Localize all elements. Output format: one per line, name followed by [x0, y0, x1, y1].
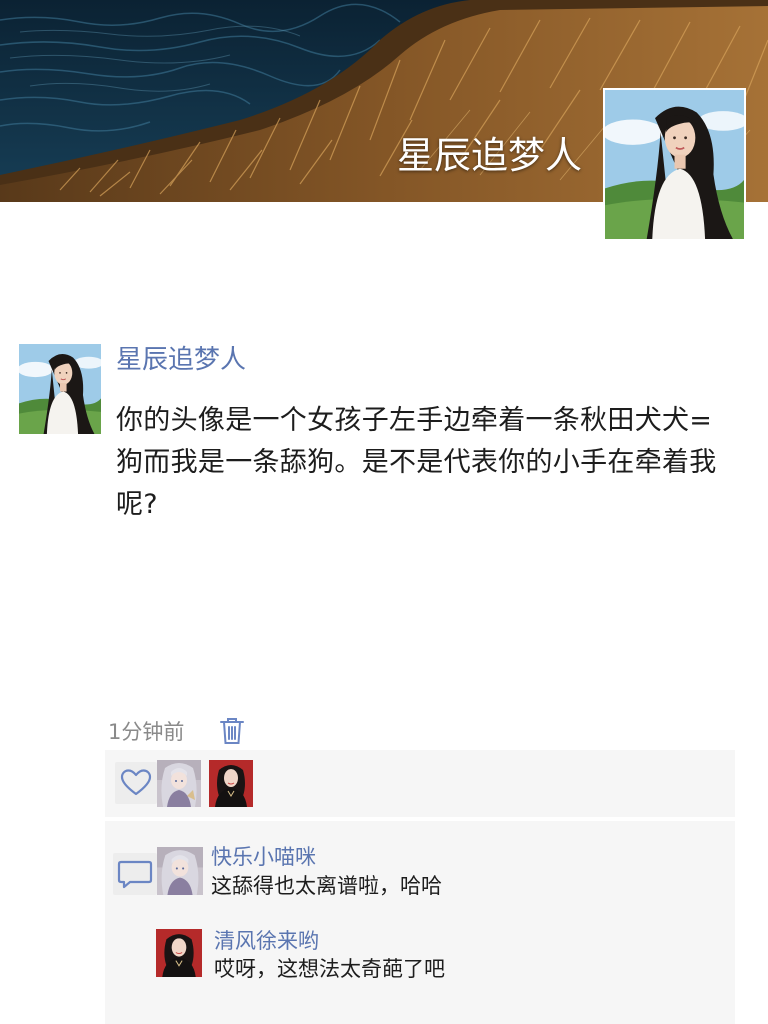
- cover-username: 星辰追梦人: [397, 134, 582, 177]
- anime-girl-avatar-image: [157, 847, 203, 895]
- post-author-avatar[interactable]: [19, 344, 101, 434]
- comments-panel: 快乐小喵咪 这舔得也太离谱啦，哈哈 清风徐来哟 哎呀，这想法太奇葩了吧: [105, 821, 735, 1024]
- commenter-avatar[interactable]: [157, 847, 203, 895]
- post-timestamp: 1分钟前: [108, 720, 185, 744]
- comment-author-name[interactable]: 清风徐来哟: [214, 927, 319, 955]
- comment-button[interactable]: [113, 853, 157, 895]
- likes-panel: [105, 750, 735, 817]
- comment-text: 哎呀，这想法太奇葩了吧: [214, 957, 445, 981]
- post-author-name[interactable]: 星辰追梦人: [116, 340, 246, 380]
- woman-black-outfit-avatar-image: [156, 929, 202, 977]
- woman-black-outfit-avatar-image: [209, 760, 253, 807]
- profile-avatar[interactable]: [603, 88, 746, 241]
- woman-portrait-image: [605, 90, 744, 239]
- liker-avatar[interactable]: [209, 760, 253, 807]
- anime-girl-avatar-image: [157, 760, 201, 807]
- liker-avatar[interactable]: [157, 760, 201, 807]
- commenter-avatar[interactable]: [156, 929, 202, 977]
- like-button[interactable]: [115, 762, 157, 804]
- comment-text: 这舔得也太离谱啦，哈哈: [211, 874, 442, 898]
- heart-outline-icon: [120, 769, 152, 796]
- trash-icon: [220, 718, 244, 744]
- woman-portrait-image: [19, 344, 101, 434]
- moments-page: 星辰追梦人 星辰追梦人 你的头像是一个女孩子左手边牵着一条秋田犬犬=狗而我是一条…: [0, 0, 768, 1024]
- delete-post-button[interactable]: [219, 716, 245, 746]
- comment-author-name[interactable]: 快乐小喵咪: [211, 843, 316, 871]
- post-text: 你的头像是一个女孩子左手边牵着一条秋田犬犬=狗而我是一条舔狗。是不是代表你的小手…: [116, 405, 717, 520]
- comment-bubble-icon: [117, 860, 153, 889]
